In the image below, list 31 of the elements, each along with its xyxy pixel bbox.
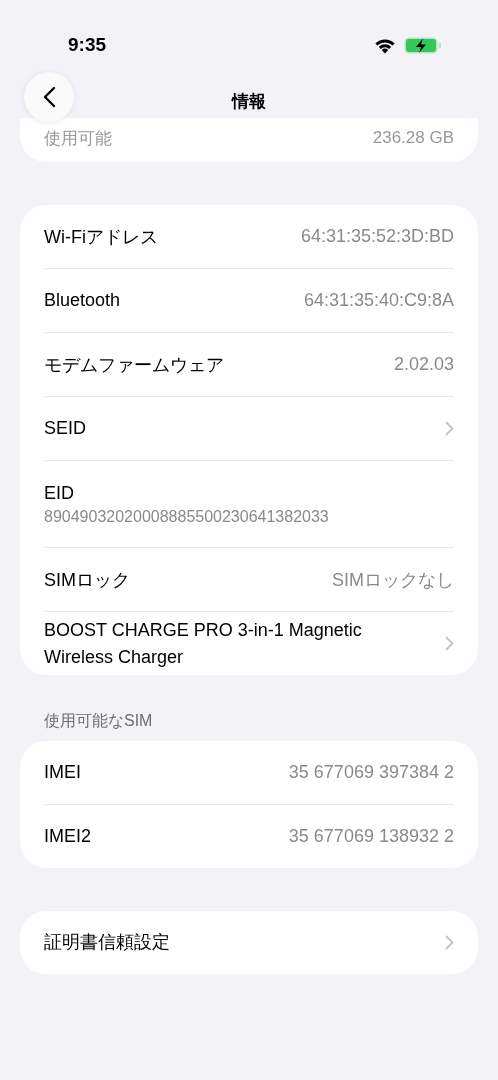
chevron-icon — [445, 935, 454, 950]
row-label: 使用可能 — [44, 127, 112, 150]
nav-title: 情報 — [232, 90, 266, 113]
row-value: 89049032020008885500230641382033 — [44, 507, 329, 526]
row-label: EID — [44, 482, 74, 504]
row-label: SIMロック — [44, 568, 130, 592]
settings-row[interactable]: BOOST CHARGE PRO 3-in-1 Magnetic Wireless Charger — [44, 611, 454, 675]
row-label: 証明書信頼設定 — [44, 931, 170, 954]
row-value: 64:31:35:40:C9:8A — [303, 290, 454, 311]
row-value: 64:31:35:52:3D:BD — [300, 226, 454, 247]
row-label: BOOST CHARGE PRO 3-in-1 Magnetic Wireless Charger — [44, 618, 363, 669]
row-label: Bluetooth — [44, 290, 121, 311]
chevron-icon — [445, 636, 454, 651]
row-value: 236.28 GB — [372, 128, 454, 148]
row-label: IMEI — [44, 762, 81, 783]
back-chevron-icon — [42, 86, 56, 108]
settings-row[interactable]: 証明書信頼設定 — [44, 911, 454, 974]
battery-charging-icon — [404, 36, 442, 54]
status-time: 9:35 — [68, 34, 107, 56]
row-value: 35 677069 397384 2 — [288, 762, 454, 783]
row-label: SEID — [44, 417, 86, 440]
back-button[interactable] — [24, 72, 74, 122]
section-header: 使用可能なSIM — [44, 711, 154, 731]
row-label: モデムファームウェア — [44, 353, 224, 377]
row-value: 35 677069 138932 2 — [288, 826, 454, 847]
chevron-icon — [445, 421, 454, 436]
row-label: Wi-Fiアドレス — [44, 225, 158, 249]
row-label: IMEI2 — [44, 826, 91, 847]
row-value: SIMロックなし — [332, 568, 454, 592]
settings-row[interactable]: SEID — [44, 396, 454, 460]
row-value: 2.02.03 — [393, 354, 454, 375]
